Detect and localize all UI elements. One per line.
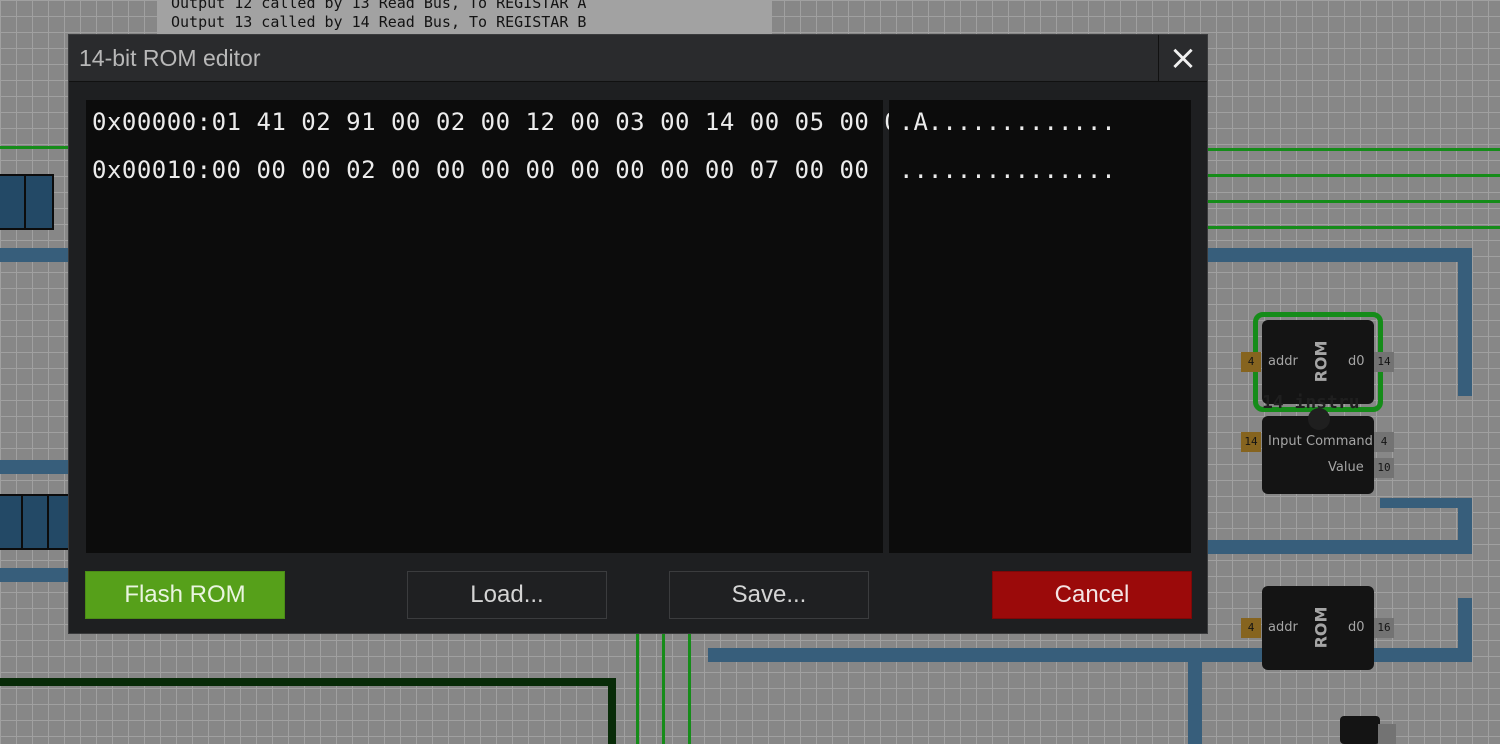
close-icon: × [1168,38,1198,78]
flash-rom-button[interactable]: Flash ROM [85,571,285,619]
ascii-row[interactable]: ............... [899,156,1116,184]
dialog-title: 14-bit ROM editor [79,45,261,71]
hex-row[interactable]: 0x00010:00 00 00 02 00 00 00 00 00 00 00… [92,156,869,184]
dialog-title-bar[interactable]: 14-bit ROM editor × [69,35,1207,82]
cancel-button[interactable]: Cancel [992,571,1192,619]
rom-editor-dialog: 14-bit ROM editor × 0x00000:01 41 02 91 … [68,34,1208,634]
close-button[interactable]: × [1158,35,1207,81]
hex-editor[interactable]: 0x00000:01 41 02 91 00 02 00 12 00 03 00… [86,100,914,553]
ascii-view[interactable]: .A............. ............... [889,100,1191,553]
save-button[interactable]: Save... [669,571,869,619]
hex-row[interactable]: 0x00000:01 41 02 91 00 02 00 12 00 03 00… [92,108,914,136]
load-button[interactable]: Load... [407,571,607,619]
ascii-row[interactable]: .A............. [899,108,1116,136]
